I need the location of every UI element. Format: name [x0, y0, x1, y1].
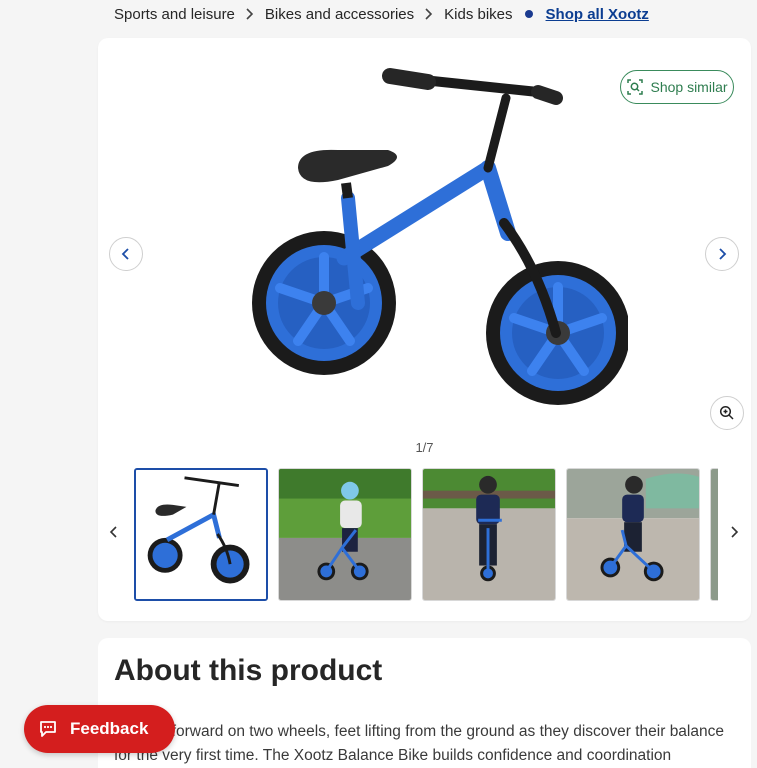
product-main-image[interactable] — [238, 48, 628, 438]
shop-similar-label: Shop similar — [650, 79, 728, 95]
about-product-description: ...glides forward on two wheels, feet li… — [114, 723, 724, 764]
about-product-section: About this product ...glides forward on … — [98, 638, 751, 768]
breadcrumb: Sports and leisure Bikes and accessories… — [114, 4, 649, 24]
thumbnail-child-ramp-image — [567, 469, 699, 600]
chevron-left-icon — [121, 248, 129, 260]
chevron-right-icon — [719, 248, 727, 260]
breadcrumb-kids-bikes[interactable]: Kids bikes — [444, 6, 512, 23]
thumbnail-4[interactable] — [566, 468, 700, 601]
shop-all-brand-link[interactable]: Shop all Xootz — [546, 6, 649, 23]
thumbnail-bike-image — [136, 470, 266, 599]
thumbnail-child-skatepark-image — [423, 469, 555, 600]
rear-wheel — [252, 231, 396, 375]
thumbnail-child-park-image — [279, 469, 411, 600]
thumbnail-5[interactable] — [710, 468, 718, 601]
product-gallery: Shop similar 1/7 — [98, 38, 751, 621]
chevron-right-icon — [246, 8, 254, 20]
thumbnail-1[interactable] — [134, 468, 268, 601]
next-image-button[interactable] — [705, 237, 739, 271]
thumbnail-2[interactable] — [278, 468, 412, 601]
feedback-button[interactable]: Feedback — [24, 705, 175, 753]
about-product-title: About this product — [114, 654, 383, 687]
shop-similar-button[interactable]: Shop similar — [620, 70, 734, 104]
zoom-in-icon — [719, 405, 734, 420]
image-counter: 1/7 — [415, 440, 434, 455]
thumbnail-3[interactable] — [422, 468, 556, 601]
zoom-button[interactable] — [710, 396, 744, 430]
feedback-label: Feedback — [70, 719, 149, 738]
chevron-left-icon — [109, 526, 117, 538]
bike-seat — [298, 149, 397, 183]
breadcrumb-bikes-and-accessories[interactable]: Bikes and accessories — [265, 6, 414, 23]
thumbnails-previous-button[interactable] — [107, 524, 121, 540]
chevron-right-icon — [425, 8, 433, 20]
thumbnail-strip — [134, 467, 718, 601]
previous-image-button[interactable] — [109, 237, 143, 271]
separator-dot — [524, 10, 533, 18]
breadcrumb-sports-and-leisure[interactable]: Sports and leisure — [114, 6, 235, 23]
thumbnail-partial-image — [711, 469, 718, 600]
camera-search-icon — [627, 79, 644, 95]
chevron-right-icon — [731, 526, 739, 538]
thumbnails-next-button[interactable] — [727, 524, 741, 540]
chat-icon — [40, 721, 56, 737]
